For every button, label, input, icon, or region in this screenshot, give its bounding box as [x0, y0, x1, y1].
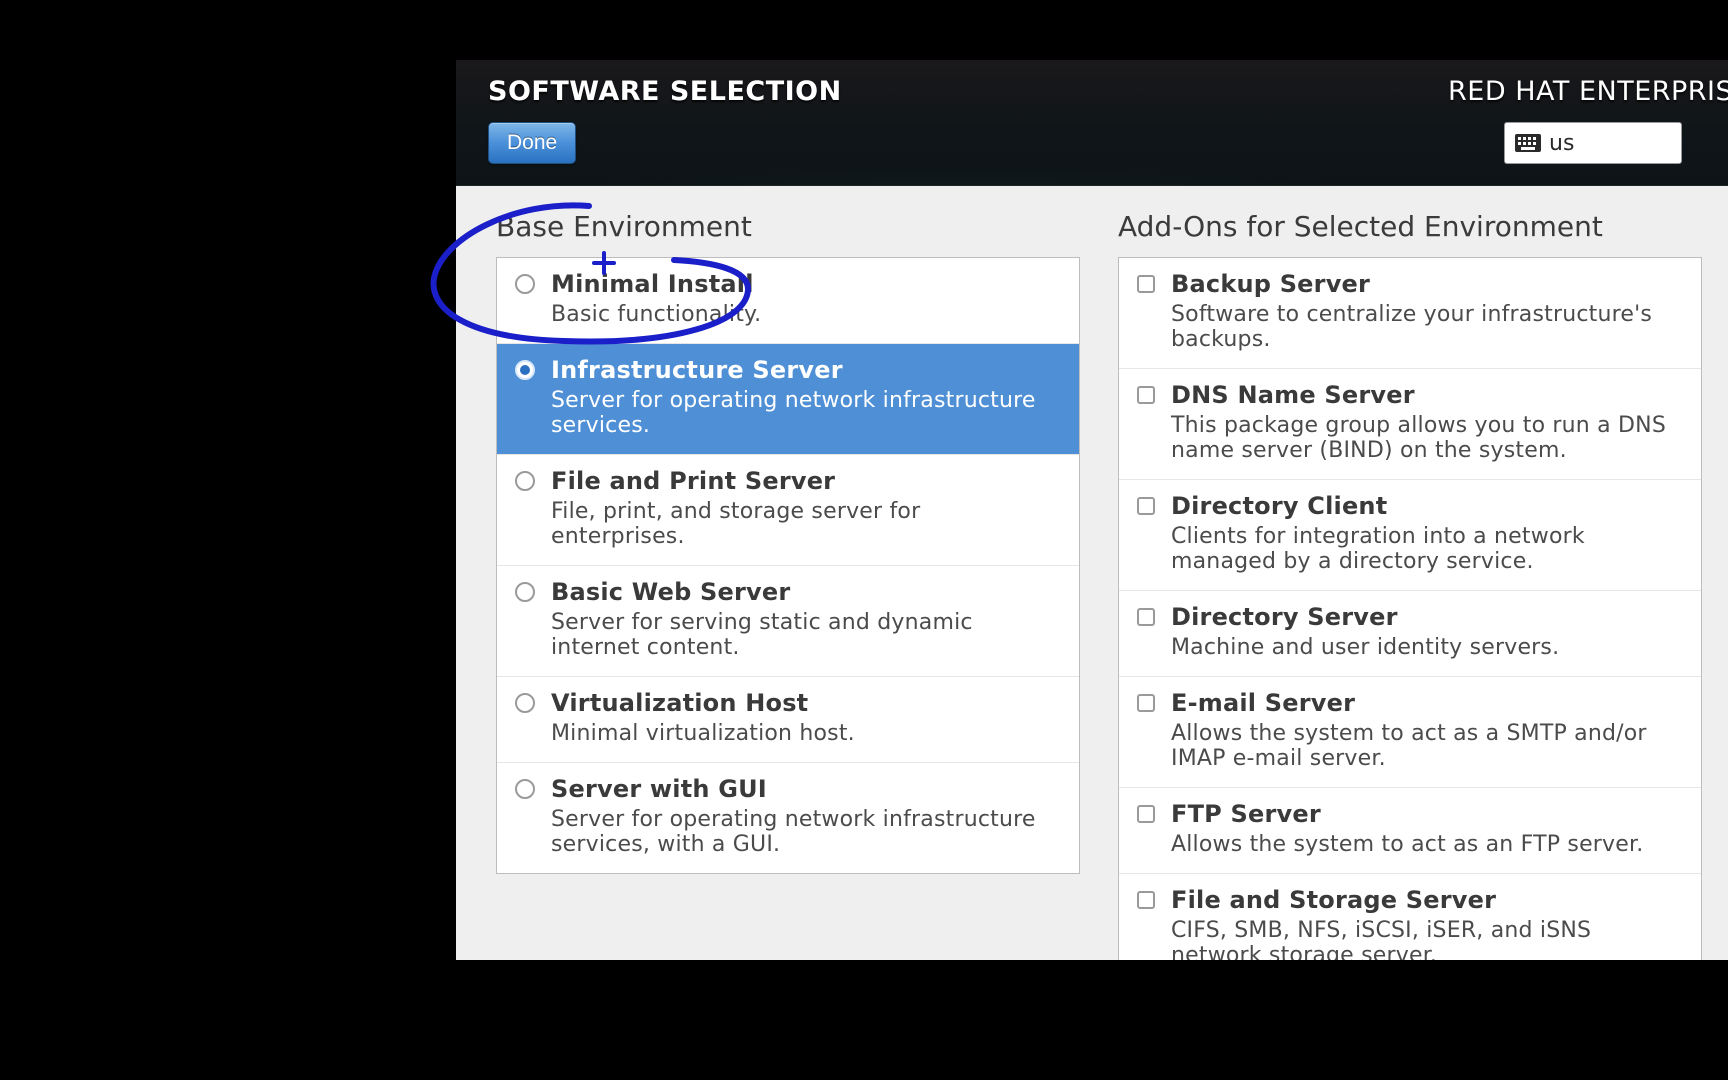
option-desc: Machine and user identity servers.: [1171, 635, 1683, 660]
content-area: Base Environment Minimal Install Basic fu…: [456, 186, 1728, 960]
option-title: E-mail Server: [1171, 689, 1683, 717]
addon-option[interactable]: File and Storage Server CIFS, SMB, NFS, i…: [1119, 874, 1701, 960]
option-desc: Minimal virtualization host.: [551, 721, 1061, 746]
addon-option[interactable]: Directory Client Clients for integration …: [1119, 480, 1701, 591]
addon-option[interactable]: FTP Server Allows the system to act as an…: [1119, 788, 1701, 874]
option-desc: Server for operating network infrastruct…: [551, 388, 1061, 438]
option-title: Directory Client: [1171, 492, 1683, 520]
radio-icon: [515, 360, 535, 380]
page-title: SOFTWARE SELECTION: [488, 76, 842, 107]
checkbox-icon: [1137, 275, 1155, 293]
option-title: Directory Server: [1171, 603, 1683, 631]
base-env-option[interactable]: Basic Web Server Server for serving stati…: [497, 566, 1079, 677]
addons-list: Backup Server Software to centralize your…: [1118, 257, 1702, 960]
base-env-option[interactable]: Minimal Install Basic functionality.: [497, 258, 1079, 344]
checkbox-icon: [1137, 891, 1155, 909]
option-title: Backup Server: [1171, 270, 1683, 298]
addon-option[interactable]: Directory Server Machine and user identit…: [1119, 591, 1701, 677]
option-title: Virtualization Host: [551, 689, 1061, 717]
keyboard-layout-selector[interactable]: us: [1504, 122, 1682, 164]
radio-icon: [515, 582, 535, 602]
option-title: Minimal Install: [551, 270, 1061, 298]
option-desc: Clients for integration into a network m…: [1171, 524, 1683, 574]
checkbox-icon: [1137, 608, 1155, 626]
checkbox-icon: [1137, 694, 1155, 712]
addons-column: Add-Ons for Selected Environment Backup …: [1118, 210, 1702, 960]
done-button[interactable]: Done: [488, 122, 576, 164]
addons-title: Add-Ons for Selected Environment: [1118, 210, 1702, 243]
option-desc: Allows the system to act as a SMTP and/o…: [1171, 721, 1683, 771]
option-desc: This package group allows you to run a D…: [1171, 413, 1683, 463]
keyboard-layout-label: us: [1549, 131, 1574, 156]
option-desc: Software to centralize your infrastructu…: [1171, 302, 1683, 352]
base-env-option[interactable]: Virtualization Host Minimal virtualizatio…: [497, 677, 1079, 763]
brand-text: RED HAT ENTERPRISE LINUX: [1448, 76, 1728, 107]
addon-option[interactable]: E-mail Server Allows the system to act as…: [1119, 677, 1701, 788]
checkbox-icon: [1137, 497, 1155, 515]
option-title: File and Print Server: [551, 467, 1061, 495]
installer-window: SOFTWARE SELECTION Done RED HAT ENTERPRI…: [456, 60, 1728, 960]
keyboard-icon: [1515, 134, 1541, 152]
option-desc: Allows the system to act as an FTP serve…: [1171, 832, 1683, 857]
option-desc: Server for operating network infrastruct…: [551, 807, 1061, 857]
topbar: SOFTWARE SELECTION Done RED HAT ENTERPRI…: [456, 60, 1728, 186]
option-desc: File, print, and storage server for ente…: [551, 499, 1061, 549]
base-environment-title: Base Environment: [496, 210, 1080, 243]
option-title: File and Storage Server: [1171, 886, 1683, 914]
addon-option[interactable]: Backup Server Software to centralize your…: [1119, 258, 1701, 369]
base-env-option[interactable]: Server with GUI Server for operating netw…: [497, 763, 1079, 873]
option-desc: CIFS, SMB, NFS, iSCSI, iSER, and iSNS ne…: [1171, 918, 1683, 960]
option-title: Infrastructure Server: [551, 356, 1061, 384]
checkbox-icon: [1137, 386, 1155, 404]
base-env-option[interactable]: File and Print Server File, print, and st…: [497, 455, 1079, 566]
radio-icon: [515, 471, 535, 491]
checkbox-icon: [1137, 805, 1155, 823]
radio-icon: [515, 693, 535, 713]
addon-option[interactable]: DNS Name Server This package group allows…: [1119, 369, 1701, 480]
radio-icon: [515, 274, 535, 294]
option-title: DNS Name Server: [1171, 381, 1683, 409]
option-title: Basic Web Server: [551, 578, 1061, 606]
option-title: Server with GUI: [551, 775, 1061, 803]
base-env-option[interactable]: Infrastructure Server Server for operatin…: [497, 344, 1079, 455]
option-desc: Basic functionality.: [551, 302, 1061, 327]
base-environment-list: Minimal Install Basic functionality. Infra…: [496, 257, 1080, 874]
radio-icon: [515, 779, 535, 799]
base-environment-column: Base Environment Minimal Install Basic fu…: [496, 210, 1080, 960]
option-title: FTP Server: [1171, 800, 1683, 828]
option-desc: Server for serving static and dynamic in…: [551, 610, 1061, 660]
